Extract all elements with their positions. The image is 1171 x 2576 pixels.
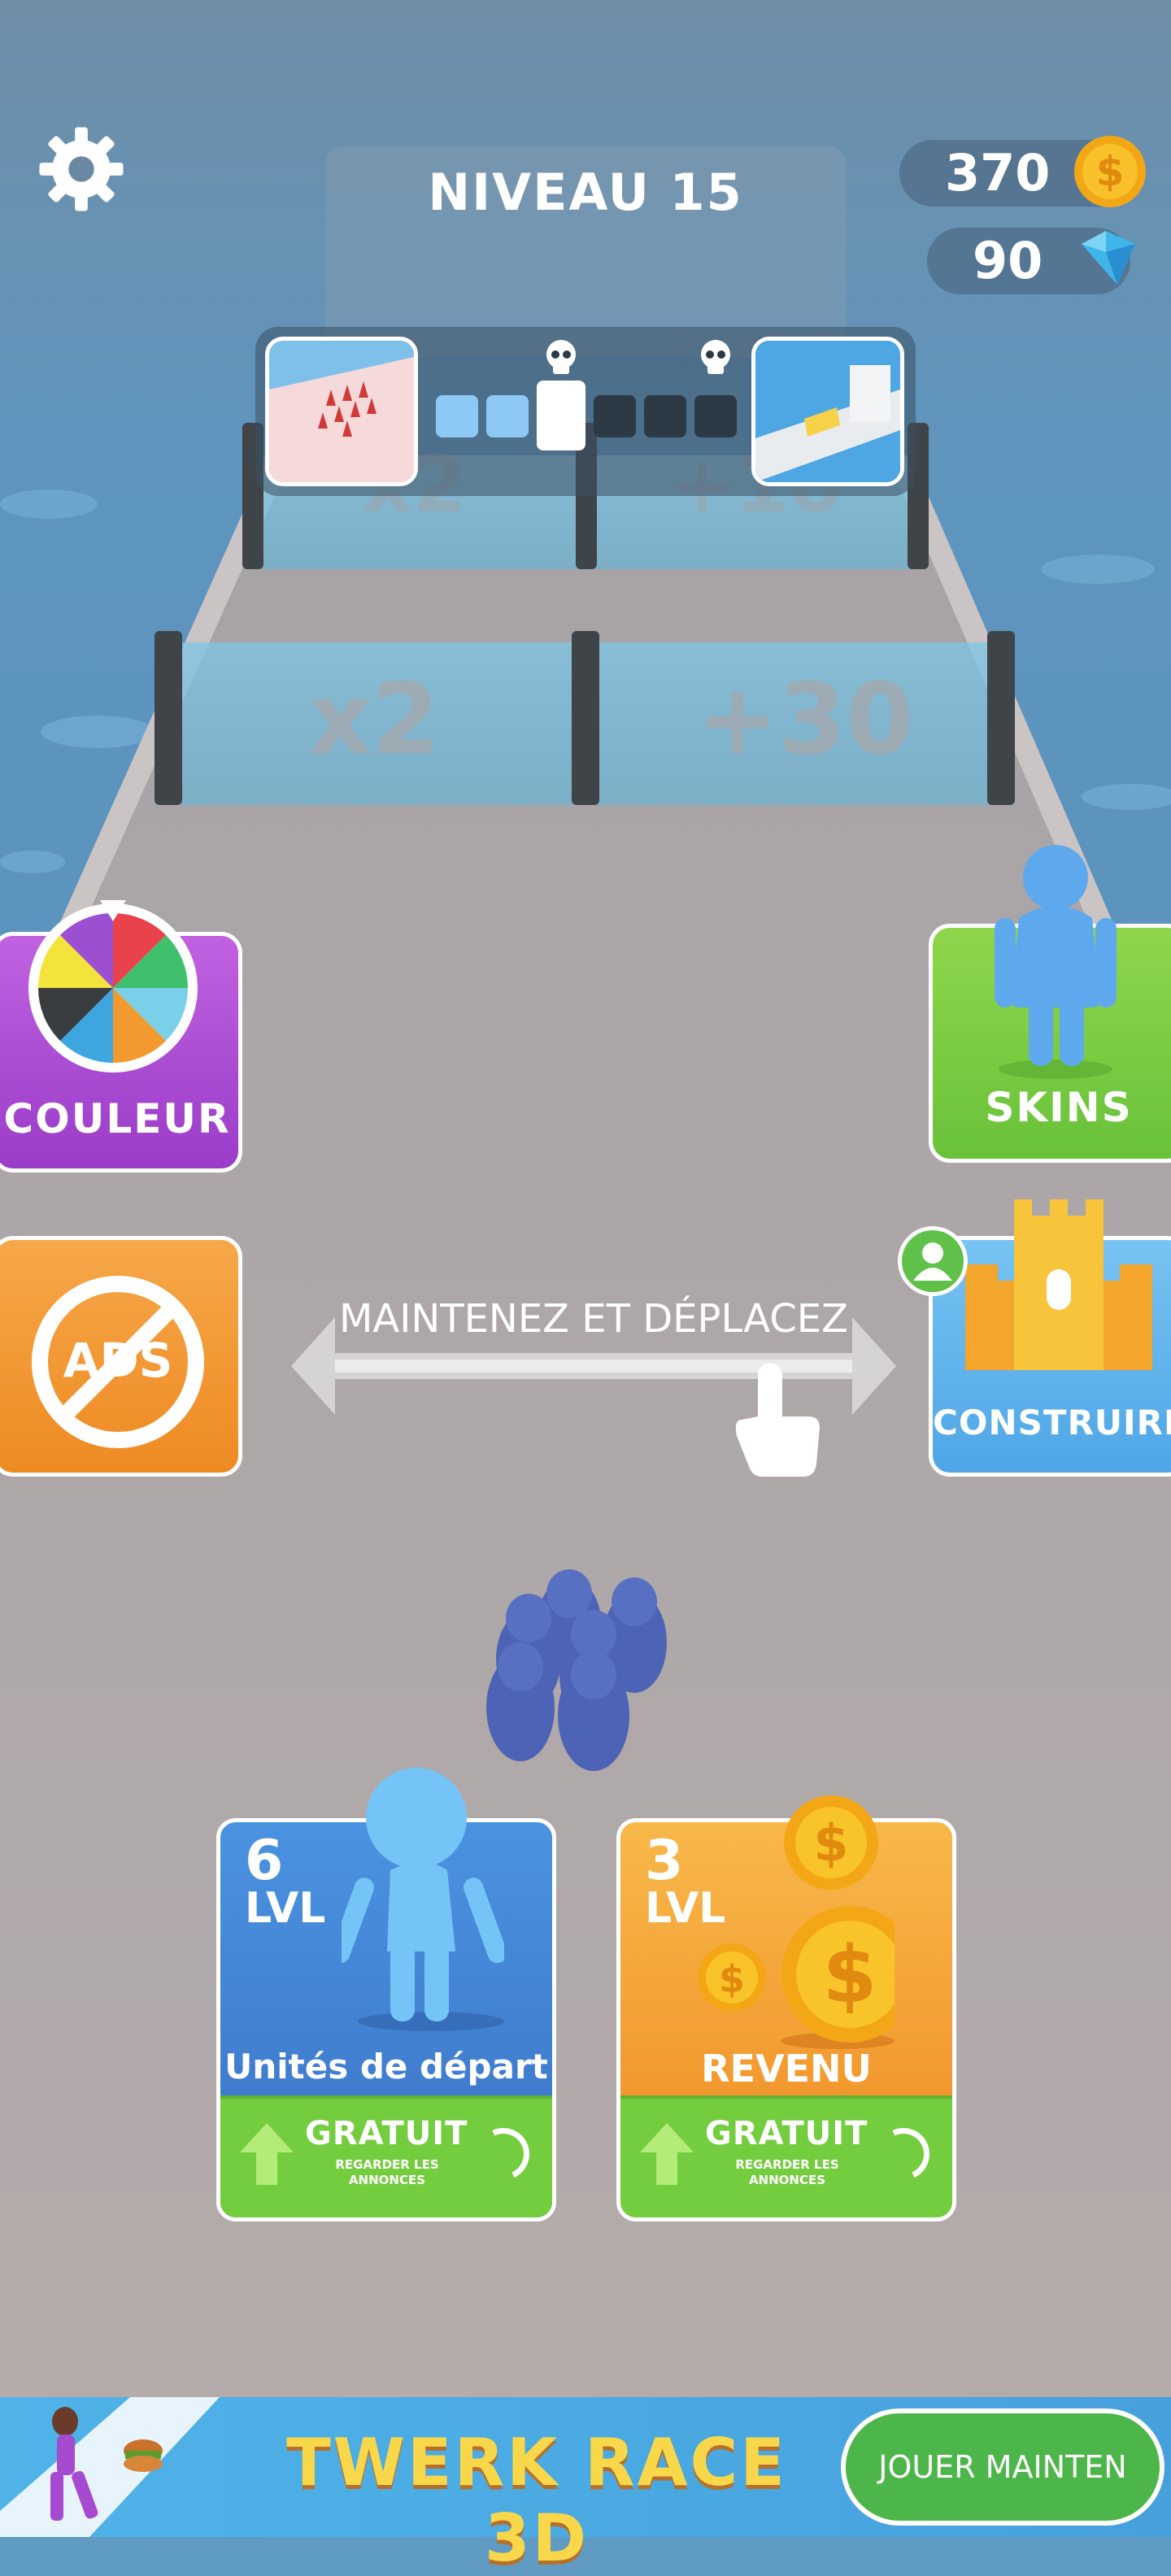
upgrade-footer[interactable]: GRATUIT REGARDER LES ANNONCES [220,2095,552,2217]
front-gate-post-middle [572,631,599,805]
gear-icon [39,127,124,211]
progress-step-current [537,381,586,450]
stage-start-thumbnail [265,337,418,486]
loading-spinner-icon [469,2120,538,2188]
skull-icon [696,338,735,377]
pointing-hand-icon [725,1363,823,1477]
coins-icon: $ $ $ [691,1789,918,2049]
svg-text:$: $ [813,1813,848,1873]
color-wheel-icon [25,900,201,1076]
progress-step-2 [486,395,529,437]
front-gate-left-label: x2 [308,664,440,777]
skins-button-label: SKINS [985,1084,1133,1131]
front-gate-post-right [987,631,1015,805]
build-button-label: CONSTRUIRE [933,1403,1171,1442]
color-button[interactable]: COULEUR [0,900,242,1173]
progress-step-4 [594,395,636,437]
ad-thumbnail [0,2397,220,2537]
upgrade-footer[interactable]: GRATUIT REGARDER LES ANNONCES [620,2095,952,2217]
character-icon [330,1764,507,2033]
ad-title: TWERK RACE 3D [286,2425,787,2576]
dollar-coin-icon: $ [1073,135,1147,208]
upgrade-level-number: 6 [245,1829,284,1893]
svg-text:$: $ [1096,148,1125,195]
upgrade-title: Unités de départ [224,2047,548,2086]
upgrade-action: GRATUIT [305,2115,468,2152]
character-icon [986,845,1125,1081]
upgrade-level-label: LVL [245,1884,326,1933]
skull-icon [542,338,581,377]
banner-ad[interactable]: TWERK RACE 3D JOUER MAINTEN [0,2397,1171,2576]
castle-icon [965,1199,1152,1370]
front-gate-right-label: +30 [696,664,914,777]
progress-step-5 [644,395,686,437]
upgrade-action: GRATUIT [705,2115,868,2152]
level-title: NIVEAU 15 [428,163,743,222]
game-scene: x2 +10 x2 +30 NIVEAU 15 370 [0,0,1171,2576]
coin-count: 370 [945,143,1051,202]
upgrade-level-number: 3 [645,1829,684,1893]
upgrade-action-sub: REGARDER LES ANNONCES [335,2157,439,2187]
progress-step-6 [694,395,737,437]
gem-count: 90 [973,231,1043,290]
progress-step-1 [436,395,478,437]
front-gate-post-left [155,631,182,805]
upgrade-title: REVENU [701,2047,872,2091]
skins-button[interactable]: SKINS [929,845,1171,1163]
arrow-up-icon [240,2123,294,2185]
svg-text:$: $ [719,1957,745,2001]
level-progress-panel [255,327,916,496]
no-ads-label: ADS [63,1333,173,1388]
upgrade-action-sub: REGARDER LES ANNONCES [735,2157,839,2187]
diamond-icon [1065,220,1147,301]
svg-text:$: $ [823,1930,877,2021]
loading-spinner-icon [869,2120,938,2188]
remove-ads-button[interactable]: ADS [0,1236,242,1477]
color-button-label: COULEUR [3,1095,231,1142]
person-icon[interactable] [898,1226,968,1296]
settings-button[interactable] [36,124,127,215]
arrow-up-icon [640,2123,694,2185]
stage-end-thumbnail [751,337,904,486]
ad-play-button[interactable]: JOUER MAINTEN [841,2408,1164,2526]
